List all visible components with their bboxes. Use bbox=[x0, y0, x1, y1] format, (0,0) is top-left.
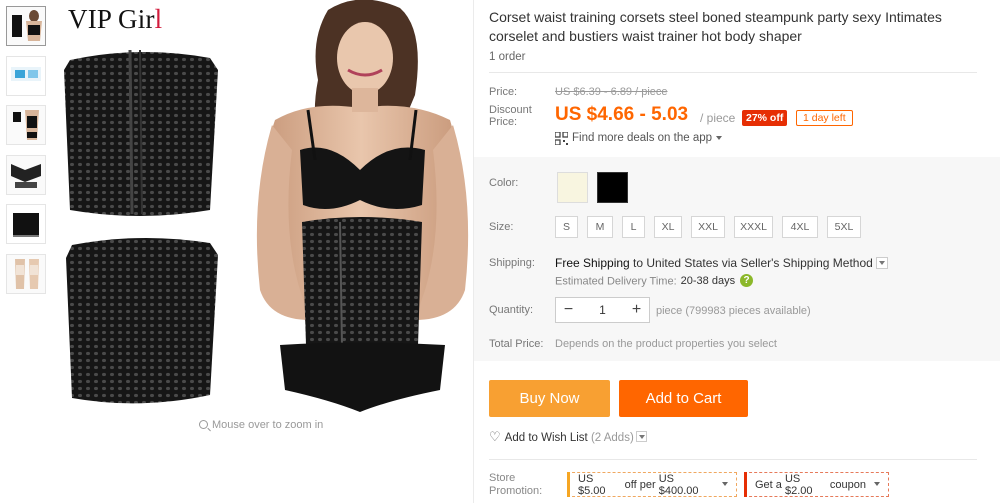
discount-badge: 27% off bbox=[742, 110, 788, 126]
divider bbox=[489, 72, 977, 73]
qr-code-icon bbox=[555, 132, 568, 145]
discount-price-label: Discount Price: bbox=[489, 104, 532, 128]
chevron-down-icon bbox=[874, 481, 880, 486]
product-title: Corset waist training corsets steel bone… bbox=[489, 9, 942, 44]
size-option-5xl[interactable]: 5XL bbox=[827, 216, 861, 238]
chevron-down-icon bbox=[716, 136, 723, 140]
chevron-down-icon[interactable] bbox=[635, 431, 647, 443]
store-discount-coupon[interactable]: US $5.00 off per US $400.00 bbox=[567, 472, 737, 497]
color-swatch-cream[interactable] bbox=[557, 172, 588, 203]
size-option-4xl[interactable]: 4XL bbox=[782, 216, 818, 238]
total-price-label: Total Price: bbox=[489, 338, 544, 350]
size-option-xxl[interactable]: XXL bbox=[691, 216, 725, 238]
add-to-wish-list[interactable]: ♡ Add to Wish List (2 Adds) bbox=[489, 429, 647, 445]
quantity-input[interactable]: 1 bbox=[581, 303, 624, 317]
add-to-cart-button[interactable]: Add to Cart bbox=[619, 380, 748, 417]
chevron-down-icon bbox=[722, 481, 728, 486]
price-label: Price: bbox=[489, 86, 518, 98]
original-price: US $6.39 - 6.89 / piece bbox=[555, 86, 668, 98]
order-count: 1 order bbox=[489, 51, 526, 63]
thumbnail-1[interactable] bbox=[6, 6, 46, 46]
app-deals-link[interactable]: Find more deals on the app bbox=[572, 132, 723, 144]
size-option-xxxl[interactable]: XXXL bbox=[734, 216, 773, 238]
thumbnail-3[interactable] bbox=[6, 105, 46, 145]
color-swatch-black[interactable] bbox=[597, 172, 628, 203]
quantity-stepper: − 1 + bbox=[555, 297, 650, 323]
increase-quantity-button[interactable]: + bbox=[624, 301, 649, 319]
size-option-m[interactable]: M bbox=[587, 216, 613, 238]
zoom-hint: Mouse over to zoom in bbox=[199, 419, 323, 431]
divider bbox=[489, 459, 977, 460]
size-option-s[interactable]: S bbox=[555, 216, 578, 238]
store-coupon[interactable]: Get a US $2.00 coupon bbox=[744, 472, 889, 497]
price-unit: / piece bbox=[700, 111, 736, 125]
thumbnail-6[interactable] bbox=[6, 253, 46, 294]
buy-now-button[interactable]: Buy Now bbox=[489, 380, 610, 417]
magnifier-icon bbox=[199, 420, 208, 429]
size-label: Size: bbox=[489, 221, 514, 233]
discount-price: US $4.66 - 5.03 bbox=[555, 104, 689, 125]
heart-icon: ♡ bbox=[489, 429, 501, 444]
decrease-quantity-button[interactable]: − bbox=[556, 301, 581, 319]
stock-availability: piece (799983 pieces available) bbox=[656, 305, 811, 317]
size-option-xl[interactable]: XL bbox=[654, 216, 682, 238]
thumbnail-list bbox=[6, 6, 50, 303]
thumbnail-5[interactable] bbox=[6, 204, 46, 244]
size-option-l[interactable]: L bbox=[622, 216, 645, 238]
days-left-badge: 1 day left bbox=[796, 110, 853, 126]
size-options: S M L XL XXL XXXL 4XL 5XL bbox=[555, 216, 870, 238]
quantity-label: Quantity: bbox=[489, 304, 534, 316]
brand-logo: VIP Girl bbox=[68, 4, 163, 34]
total-price-value: Depends on the product properties you se… bbox=[555, 338, 777, 350]
thumbnail-2[interactable] bbox=[6, 55, 46, 96]
shipping-method[interactable]: Free Shipping to United States via Selle… bbox=[555, 256, 888, 270]
help-icon[interactable]: ? bbox=[740, 274, 754, 287]
delivery-estimate: Estimated Delivery Time: 20-38 days? bbox=[555, 274, 754, 288]
store-promotion-label: Store Promotion: bbox=[489, 472, 543, 497]
chevron-down-icon[interactable] bbox=[875, 256, 888, 269]
shipping-label: Shipping: bbox=[489, 257, 535, 269]
color-label: Color: bbox=[489, 177, 519, 189]
main-product-image[interactable]: VIP Girl bbox=[60, 0, 473, 412]
thumbnail-4[interactable] bbox=[6, 154, 46, 195]
